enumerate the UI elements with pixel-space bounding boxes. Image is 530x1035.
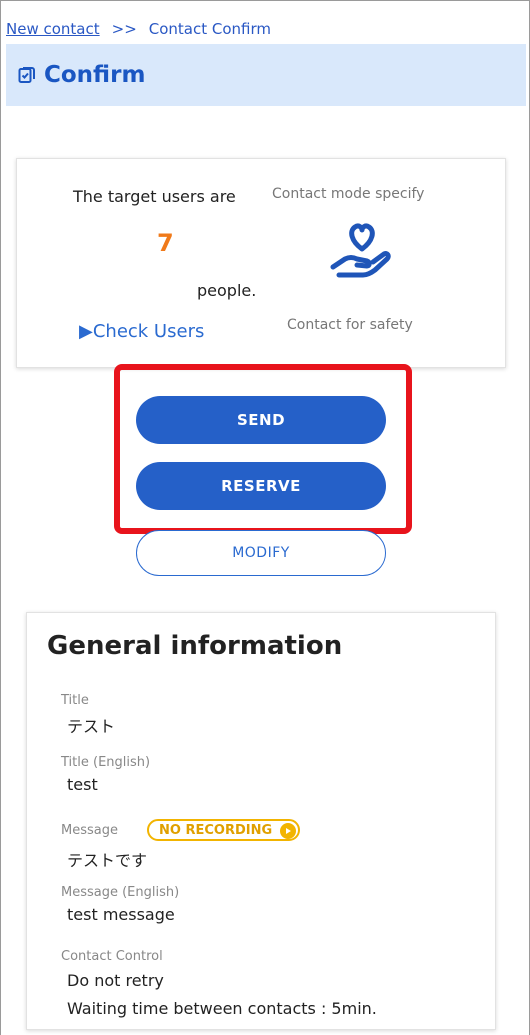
check-users-link[interactable]: ▶Check Users <box>79 321 204 342</box>
reserve-button[interactable]: RESERVE <box>136 462 386 510</box>
heart-hand-icon <box>330 223 391 278</box>
send-button[interactable]: SEND <box>136 396 386 444</box>
breadcrumb-separator: >> <box>111 20 137 38</box>
page-title: Confirm <box>44 62 146 88</box>
general-information-card: General information Title テスト Title (Eng… <box>26 612 496 1030</box>
breadcrumb-current: Contact Confirm <box>148 20 272 38</box>
modify-button[interactable]: MODIFY <box>136 530 386 576</box>
contact-mode-value: Contact for safety <box>287 317 413 333</box>
no-recording-badge[interactable]: NO RECORDING <box>147 819 301 841</box>
no-recording-badge-text: NO RECORDING <box>159 822 273 838</box>
message-value: テストです <box>67 851 148 870</box>
message-english-value: test message <box>67 905 175 924</box>
breadcrumb-new-contact-link[interactable]: New contact <box>6 20 100 38</box>
page-header: Confirm <box>6 44 526 106</box>
people-text: people. <box>197 281 257 300</box>
general-information-heading: General information <box>47 631 343 661</box>
target-user-count: 7 <box>157 229 174 257</box>
title-english-value: test <box>67 775 98 794</box>
contact-control-value: Do not retry <box>67 971 164 990</box>
message-english-label: Message (English) <box>61 885 180 900</box>
play-icon[interactable] <box>280 823 297 839</box>
title-label: Title <box>61 693 89 708</box>
title-value: テスト <box>67 717 116 736</box>
breadcrumb: New contact >> Contact Confirm <box>6 20 271 38</box>
play-triangle-icon <box>286 828 292 834</box>
waiting-time-value: Waiting time between contacts : 5min. <box>67 999 377 1018</box>
contact-control-label: Contact Control <box>61 949 163 964</box>
target-users-text: The target users are <box>73 187 236 206</box>
target-users-card: The target users are 7 people. ▶Check Us… <box>16 158 506 368</box>
message-label: Message <box>61 823 118 838</box>
contact-mode-label: Contact mode specify <box>272 186 425 202</box>
title-english-label: Title (English) <box>61 755 151 770</box>
checklist-icon <box>18 67 35 83</box>
